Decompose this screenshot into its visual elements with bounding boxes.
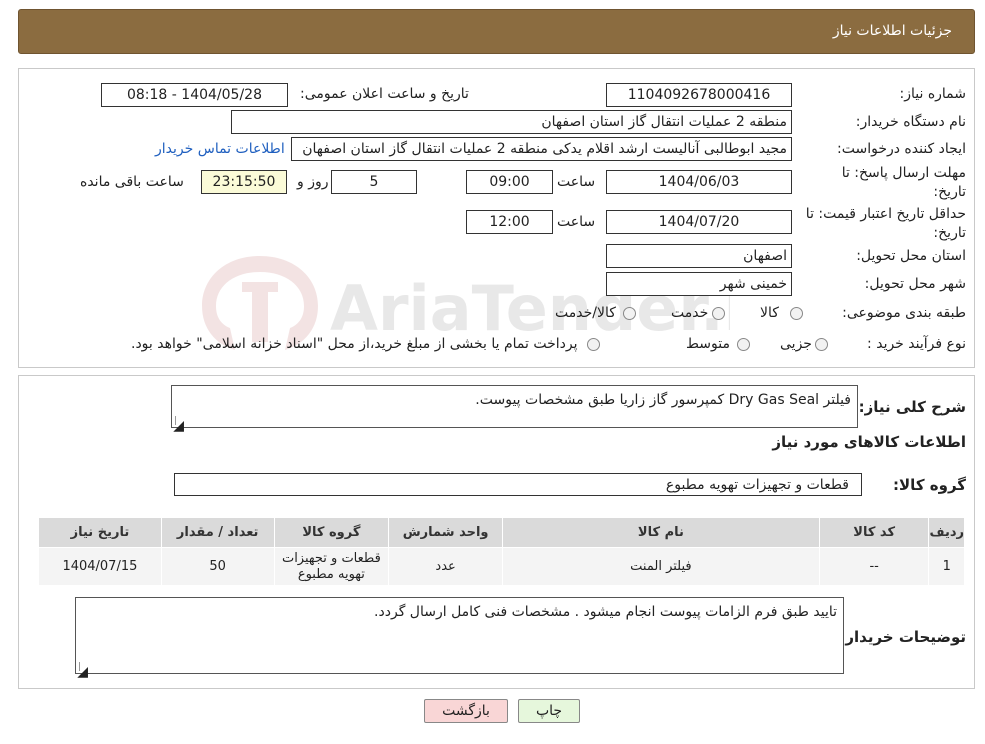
cell-date: 1404/07/15: [38, 547, 162, 586]
deadline-date-field: 1404/06/03: [606, 170, 792, 194]
category-label: طبقه بندی موضوعی:: [842, 305, 966, 321]
buyer-org-label: نام دستگاه خریدار:: [855, 114, 966, 130]
items-table-header: ردیف کد کالا نام کالا واحد شمارش گروه کا…: [38, 517, 965, 548]
category-option-goods-service: کالا/خدمت: [555, 305, 616, 321]
province-label: استان محل تحویل:: [856, 248, 966, 264]
goods-section-title: اطلاعات کالاهای مورد نیاز: [772, 433, 966, 451]
col-row: ردیف: [928, 517, 965, 548]
col-date: تاریخ نیاز: [38, 517, 162, 548]
validity-time-label: ساعت: [557, 214, 596, 230]
validity-date-field: 1404/07/20: [606, 210, 792, 234]
deadline-time-label: ساعت: [557, 174, 596, 190]
process-label: نوع فرآیند خرید :: [867, 336, 966, 352]
validity-time-field: 12:00: [466, 210, 553, 234]
city-label: شهر محل تحویل:: [864, 276, 966, 292]
need-number-field: 1104092678000416: [606, 83, 792, 107]
announce-label: تاریخ و ساعت اعلان عمومی:: [300, 86, 469, 102]
category-radio-service[interactable]: [712, 307, 725, 320]
goods-group-label: گروه کالا:: [893, 476, 966, 494]
buyer-org-field: منطقه 2 عملیات انتقال گاز استان اصفهان: [231, 110, 792, 134]
page-title: جزئیات اطلاعات نیاز: [832, 23, 952, 39]
resize-grip-icon[interactable]: ◢: [173, 416, 184, 434]
summary-title: شرح کلی نیاز:: [858, 398, 966, 416]
buyer-notes-label: توضیحات خریدار:: [839, 628, 966, 646]
col-name: نام کالا: [501, 517, 820, 548]
remaining-time-field: 23:15:50: [201, 170, 287, 194]
deadline-label: مهلت ارسال پاسخ: تا: [841, 165, 966, 181]
days-label: روز و: [297, 174, 329, 190]
col-unit: واحد شمارش: [388, 517, 503, 548]
validity-label: حداقل تاریخ اعتبار قیمت: تا: [805, 206, 966, 222]
page-header: جزئیات اطلاعات نیاز: [18, 9, 975, 54]
print-button[interactable]: چاپ: [518, 699, 580, 723]
back-button[interactable]: بازگشت: [424, 699, 508, 723]
contact-info-link[interactable]: اطلاعات تماس خریدار: [155, 141, 285, 157]
province-field: اصفهان: [606, 244, 792, 268]
cell-qty: 50: [160, 547, 275, 586]
deadline-label-date: تاریخ:: [933, 184, 966, 200]
cell-group: قطعات و تجهیزات تهویه مطبوع: [273, 547, 390, 586]
category-option-service: خدمت: [671, 305, 709, 321]
creator-field: مجید ابوطالبی آنالیست ارشد اقلام یدکی من…: [291, 137, 792, 161]
category-option-goods: کالا: [760, 305, 779, 321]
buyer-notes-text: تایید طبق فرم الزامات پیوست انجام میشود …: [374, 604, 837, 620]
table-row: 1 -- فیلتر المنت عدد قطعات و تجهیزات تهوی…: [38, 547, 965, 586]
process-option-medium: متوسط: [686, 336, 730, 352]
city-field: خمینی شهر: [606, 272, 792, 296]
summary-text: فیلتر Dry Gas Seal کمپرسور گاز زاریا طبق…: [475, 392, 851, 408]
cell-unit: عدد: [388, 547, 503, 586]
process-radio-minor[interactable]: [815, 338, 828, 351]
cell-row: 1: [928, 547, 965, 586]
creator-label: ایجاد کننده درخواست:: [837, 141, 966, 157]
summary-textarea[interactable]: فیلتر Dry Gas Seal کمپرسور گاز زاریا طبق…: [171, 385, 858, 434]
cell-code: --: [818, 547, 930, 586]
buyer-notes-textarea[interactable]: تایید طبق فرم الزامات پیوست انجام میشود …: [75, 597, 844, 680]
need-number-label: شماره نیاز:: [899, 86, 967, 102]
payment-note: پرداخت تمام یا بخشی از مبلغ خرید،از محل …: [131, 336, 578, 352]
col-code: کد کالا: [818, 517, 930, 548]
process-option-minor: جزیی: [780, 336, 812, 352]
cell-group-line-2: تهویه مطبوع: [297, 566, 365, 582]
col-group: گروه کالا: [273, 517, 390, 548]
items-table: ردیف کد کالا نام کالا واحد شمارش گروه کا…: [38, 517, 965, 586]
category-radio-goods[interactable]: [790, 307, 803, 320]
category-radio-goods-service[interactable]: [623, 307, 636, 320]
payment-note-radio[interactable]: [587, 338, 600, 351]
remaining-time-label: ساعت باقی مانده: [80, 174, 184, 190]
resize-grip-icon[interactable]: ◢: [77, 662, 88, 680]
col-qty: تعداد / مقدار: [160, 517, 275, 548]
goods-group-field: قطعات و تجهیزات تهویه مطبوع: [174, 473, 862, 496]
cell-name: فیلتر المنت: [501, 547, 820, 586]
days-remaining-field: 5: [331, 170, 417, 194]
process-radio-medium[interactable]: [737, 338, 750, 351]
announce-datetime-field: 1404/05/28 - 08:18: [101, 83, 288, 107]
deadline-time-field: 09:00: [466, 170, 553, 194]
cell-group-line-1: قطعات و تجهیزات: [281, 550, 381, 566]
validity-label-date: تاریخ:: [933, 225, 966, 241]
